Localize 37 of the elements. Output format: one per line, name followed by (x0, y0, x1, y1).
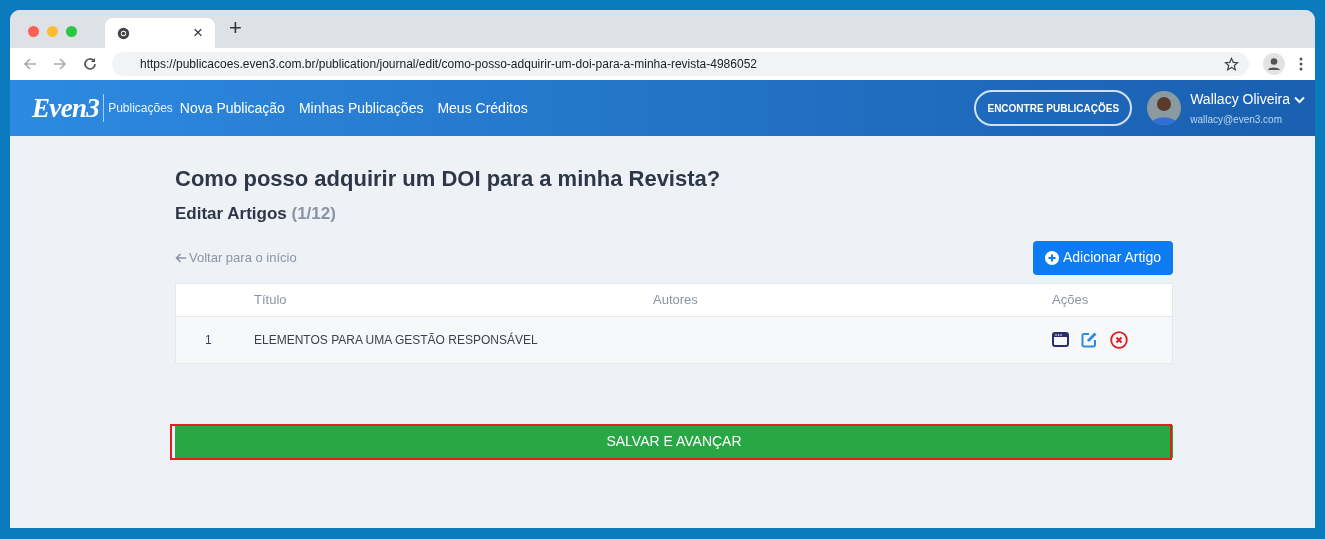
new-tab-button[interactable]: + (229, 11, 242, 44)
browser-logo-icon (117, 26, 130, 40)
table-cell-text: ELEMENTOS PARA UMA GESTÃO RESPONSÁVEL (254, 331, 539, 349)
back-link[interactable]: Voltar para o início (175, 247, 297, 268)
close-window-icon[interactable] (28, 25, 39, 37)
nav-link[interactable]: Meus Créditos (437, 97, 528, 119)
page-subtitle: Editar Artigos (1/12) (175, 203, 337, 225)
delete-icon[interactable] (1110, 330, 1128, 349)
forward-icon[interactable] (52, 56, 68, 72)
back-icon[interactable] (22, 56, 38, 72)
nav-link[interactable]: Minhas Publicações (298, 97, 424, 119)
reload-icon[interactable] (82, 56, 98, 72)
browser-tab[interactable]: × (105, 18, 215, 48)
find-publications-button[interactable]: ENCONTRE PUBLICAÇÕES (974, 90, 1133, 126)
address-bar[interactable]: https://publicacoes.even3.com.br/publication/journal/edit/como-posso-adquirir-um-doi-para-a-minha-revista-4986052 (112, 52, 1249, 76)
column-header: Título (254, 290, 288, 309)
avatar[interactable] (1147, 91, 1182, 125)
row-number: 1 (204, 331, 213, 349)
plus-circle-icon (1044, 250, 1059, 265)
chevron-down-icon[interactable] (1294, 95, 1305, 104)
column-header: Ações (1052, 290, 1089, 309)
close-tab-button[interactable]: × (193, 20, 203, 46)
save-button[interactable]: SALVAR E AVANÇAR (175, 424, 1173, 458)
page-title: Como posso adquirir um DOI para a minha Revista? (175, 165, 722, 193)
section-label: Publicações (108, 100, 173, 117)
menu-icon[interactable] (1299, 57, 1303, 71)
profile-icon[interactable] (1263, 53, 1285, 75)
star-icon[interactable] (1224, 56, 1239, 72)
window-icon[interactable] (1052, 332, 1069, 347)
user-email: wallacy@even3.com (1190, 113, 1283, 127)
column-header: Autores (653, 290, 699, 309)
edit-icon[interactable] (1081, 331, 1098, 348)
logo[interactable]: Even3 (32, 87, 100, 129)
arrow-left-icon (175, 252, 187, 263)
add-article-button[interactable]: Adicionar Artigo (1032, 240, 1173, 275)
user-name[interactable]: Wallacy Oliveira (1190, 89, 1290, 110)
nav-link[interactable]: Nova Publicação (179, 97, 285, 119)
